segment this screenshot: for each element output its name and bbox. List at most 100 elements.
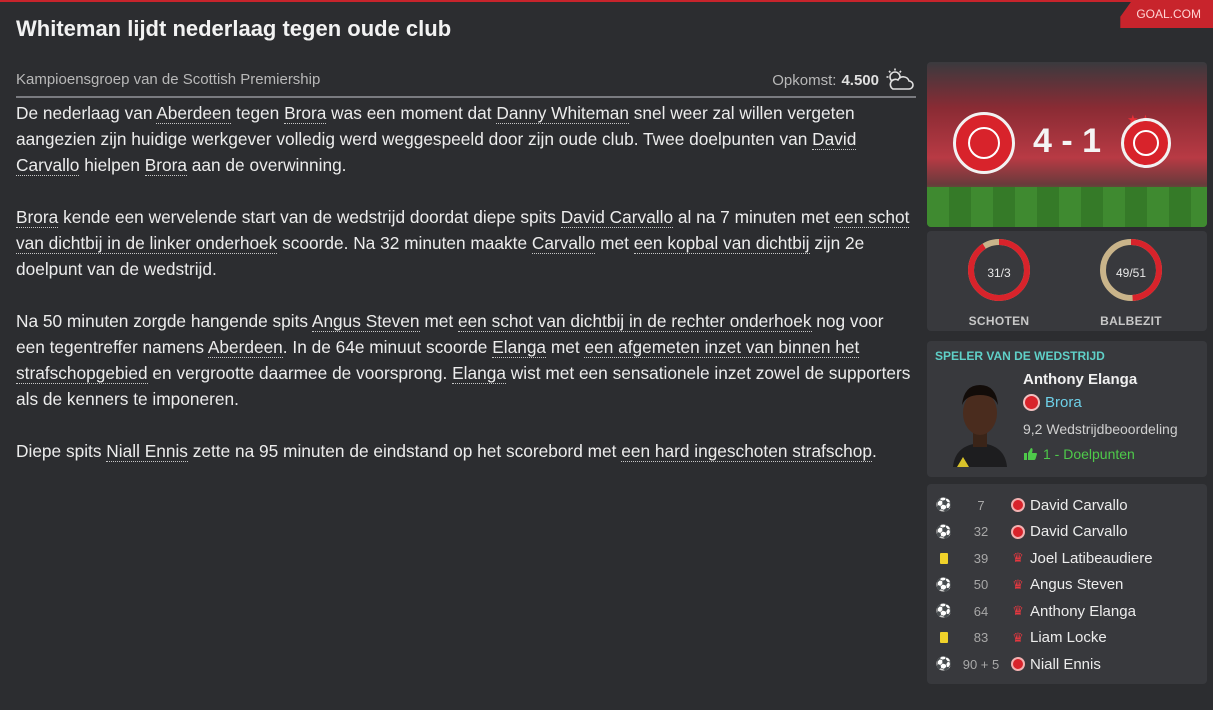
possession-stat: 49/51 BALBEZIT (1091, 237, 1171, 328)
report-text: en vergrootte daarmee de voorsprong. (147, 363, 453, 383)
event-player[interactable]: Joel Latibeaudiere (1030, 550, 1153, 567)
report-link[interactable]: een kopbal van dichtbij (633, 233, 810, 254)
report-link[interactable]: David Carvallo (560, 207, 674, 228)
score-card[interactable]: 4 - 1 ★★ (927, 62, 1207, 227)
report-text: was een moment dat (326, 103, 497, 123)
report-link[interactable]: Carvallo (531, 233, 596, 254)
event-minute: 39 (973, 550, 989, 566)
aberdeen-badge-icon: ♛ (1012, 576, 1024, 592)
report-text: tegen (231, 103, 285, 123)
report-text: . (871, 441, 877, 461)
possession-label: BALBEZIT (1100, 314, 1162, 328)
yellow-card-icon (937, 552, 951, 564)
event-minute: 83 (973, 630, 989, 645)
event-player[interactable]: David Carvallo (1030, 497, 1128, 514)
report-text: kende een wervelende start van de wedstr… (58, 207, 561, 227)
potm-rating-value: 9,2 (1023, 421, 1043, 437)
potm-goals-text: 1 - Doelpunten (1043, 446, 1135, 462)
report-text: met (546, 337, 585, 357)
report-link[interactable]: Angus Steven (311, 311, 420, 332)
report-link[interactable]: Danny Whiteman (496, 103, 629, 124)
page-title: Whiteman lijdt nederlaag tegen oude club (16, 16, 452, 41)
event-player[interactable]: Liam Locke (1030, 629, 1107, 646)
report-text: Diepe spits (16, 441, 107, 461)
event-row[interactable]: 39 ♛ Joel Latibeaudiere (937, 547, 1153, 569)
report-text: met (419, 311, 458, 331)
competition-label[interactable]: Kampioensgroep van de Scottish Premiersh… (16, 71, 320, 88)
aberdeen-badge-icon: ♛ (1012, 603, 1024, 618)
report-paragraph: Diepe spits Niall Ennis zette na 95 minu… (16, 438, 916, 464)
event-player[interactable]: David Carvallo (1030, 523, 1128, 540)
report-link[interactable]: Elanga (492, 337, 547, 358)
match-stats-card: 31/3 SCHOTEN 49/51 BALBEZIT (927, 231, 1207, 331)
potm-rating-label: Wedstrijdbeoordeling (1046, 421, 1178, 437)
event-row[interactable]: ⚽ 64 ♛ Anthony Elanga (935, 600, 1136, 622)
event-minute: 7 (977, 497, 985, 513)
report-link[interactable]: Brora (144, 155, 187, 176)
report-text: aan de overwinning. (187, 155, 347, 175)
event-minute: 50 (973, 577, 989, 592)
report-text: scoorde. Na 32 minuten maakte (277, 233, 532, 253)
report-text: hielpen (79, 155, 145, 175)
report-link[interactable]: Niall Ennis (106, 441, 188, 462)
potm-club[interactable]: Brora (1023, 394, 1082, 411)
aberdeen-badge-icon: ♛ (1012, 550, 1024, 565)
report-text: met (595, 233, 634, 253)
goal-icon: ⚽ (935, 497, 953, 512)
attendance-label: Opkomst: (772, 71, 837, 89)
report-text: Na 50 minuten zorgde hangende spits (16, 311, 312, 331)
event-minute: 32 (973, 524, 989, 539)
potm-club-name: Brora (1045, 394, 1082, 411)
report-text: . In de 64e minuut scoorde (282, 337, 493, 357)
match-events-card: ⚽ 7 David Carvallo ⚽ 32 David Carvallo 39 ♛ Joel… (927, 484, 1207, 684)
potm-title: SPELER VAN DE WEDSTRIJD (935, 349, 1105, 363)
report-link[interactable]: Brora (16, 207, 59, 228)
report-link[interactable]: een hard ingeschoten strafschop (621, 441, 872, 462)
report-link[interactable]: Elanga (452, 363, 506, 384)
event-row[interactable]: ⚽ 32 David Carvallo (935, 521, 1128, 543)
report-paragraph: De nederlaag van Aberdeen tegen Brora wa… (16, 100, 916, 178)
attendance-value: 4.500 (841, 71, 879, 89)
goal-icon: ⚽ (935, 523, 953, 539)
event-player[interactable]: Anthony Elanga (1030, 603, 1136, 620)
goal-icon: ⚽ (935, 656, 953, 671)
report-link[interactable]: Aberdeen (156, 103, 232, 124)
report-text: al na 7 minuten met (673, 207, 835, 227)
brora-badge-icon (1011, 524, 1025, 539)
goal-icon: ⚽ (935, 603, 953, 618)
event-minute: 64 (973, 603, 989, 619)
event-row[interactable]: ⚽ 90 + 5 Niall Ennis (935, 653, 1101, 675)
brora-badge-icon (1023, 394, 1040, 411)
brora-badge-icon (1011, 657, 1025, 671)
possession-value: 49/51 (1115, 266, 1147, 280)
event-row[interactable]: ⚽ 50 ♛ Angus Steven (935, 574, 1124, 596)
event-player[interactable]: Niall Ennis (1030, 656, 1101, 673)
yellow-card-icon (937, 632, 951, 643)
partly-cloudy-icon (886, 68, 914, 90)
player-avatar[interactable] (947, 375, 1013, 467)
shots-value: 31/3 (987, 266, 1011, 280)
aberdeen-crest-icon[interactable] (1121, 118, 1171, 168)
report-paragraph: Brora kende een wervelende start van de … (16, 204, 916, 282)
aberdeen-badge-icon: ♛ (1012, 629, 1024, 645)
attendance: Opkomst: 4.500 (772, 68, 914, 92)
match-report: De nederlaag van Aberdeen tegen Brora wa… (16, 100, 916, 490)
brora-badge-icon (1011, 498, 1025, 512)
event-row[interactable]: 83 ♛ Liam Locke (937, 627, 1107, 649)
shots-stat: 31/3 SCHOTEN (959, 237, 1039, 328)
event-row[interactable]: ⚽ 7 David Carvallo (935, 494, 1128, 516)
report-text: De nederlaag van (16, 103, 157, 123)
report-link[interactable]: Aberdeen (207, 337, 283, 358)
source-badge[interactable]: GOAL.COM (1120, 0, 1213, 28)
potm-rating: 9,2 Wedstrijdbeoordeling (1023, 421, 1178, 437)
top-accent-line (0, 0, 1213, 2)
shots-label: SCHOTEN (968, 314, 1030, 328)
match-meta-row: Kampioensgroep van de Scottish Premiersh… (16, 68, 916, 98)
event-player[interactable]: Angus Steven (1030, 576, 1123, 593)
report-text: zette na 95 minuten de eindstand op het … (187, 441, 622, 461)
report-link[interactable]: een schot van dichtbij in de rechter ond… (457, 311, 812, 332)
potm-player-name[interactable]: Anthony Elanga (1023, 371, 1137, 388)
event-minute: 90 + 5 (962, 656, 1000, 672)
goal-icon: ⚽ (935, 576, 953, 592)
report-link[interactable]: Brora (284, 103, 327, 124)
